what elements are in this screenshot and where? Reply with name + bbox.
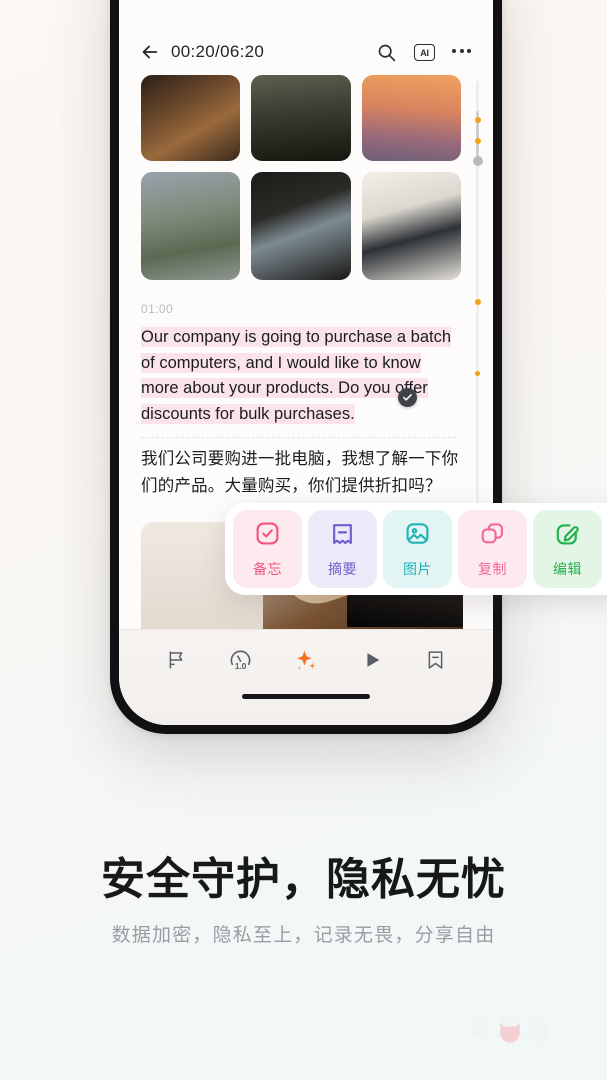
check-circle-icon[interactable] bbox=[398, 388, 417, 408]
message-divider bbox=[141, 437, 456, 439]
image-icon bbox=[404, 520, 431, 552]
message-text-english-value: Our company is going to purchase a batch… bbox=[141, 327, 452, 424]
scrollbar-thumb[interactable] bbox=[472, 156, 483, 166]
action-image[interactable]: 图片 bbox=[383, 510, 452, 588]
scrollbar-track[interactable] bbox=[472, 81, 483, 551]
check-square-icon bbox=[254, 520, 281, 552]
thumbnail-car-mountain[interactable] bbox=[141, 172, 241, 280]
scroll-marker-2[interactable] bbox=[474, 138, 481, 144]
action-summary[interactable]: 摘要 bbox=[308, 510, 377, 588]
scroll-marker-1[interactable] bbox=[474, 117, 481, 123]
speed-icon[interactable]: 1.0 bbox=[229, 649, 252, 672]
playback-timer: 00:20/06:20 bbox=[171, 42, 265, 61]
thumbnail-grid bbox=[141, 75, 461, 280]
message-text-chinese[interactable]: 我们公司要购进一批电脑，我想了解一下你们的产品。大量购买，你们提供折扣吗？ bbox=[141, 446, 459, 499]
topbar-right-group: AI bbox=[376, 42, 471, 63]
thumbnail-room-speaker[interactable] bbox=[361, 172, 461, 280]
ai-icon[interactable]: AI bbox=[414, 44, 435, 61]
more-horizontal-icon[interactable] bbox=[452, 49, 471, 56]
action-memo-label: 备忘 bbox=[253, 560, 282, 577]
action-image-label: 图片 bbox=[403, 560, 432, 577]
scroll-marker-3[interactable] bbox=[474, 299, 481, 305]
action-memo[interactable]: 备忘 bbox=[233, 510, 302, 588]
scroll-marker-4[interactable] bbox=[475, 371, 480, 376]
phone-mockup: 00:20/06:20 AI 01:00 Our company is goin… bbox=[110, 0, 502, 734]
thumbnail-coffee-grinder[interactable] bbox=[141, 75, 241, 161]
action-copy[interactable]: 复制 bbox=[458, 510, 527, 588]
bottom-nav-row: 1.0 bbox=[119, 630, 493, 690]
ai-sparkle-icon[interactable] bbox=[294, 648, 319, 673]
summary-icon bbox=[329, 520, 356, 552]
edit-icon bbox=[554, 520, 581, 552]
search-icon[interactable] bbox=[376, 42, 397, 63]
message-timestamp: 01:00 bbox=[141, 302, 174, 316]
action-edit-label: 编辑 bbox=[553, 560, 582, 577]
app-bottom-bar: 1.0 bbox=[119, 629, 493, 725]
action-copy-label: 复制 bbox=[478, 560, 507, 577]
phone-screen: 00:20/06:20 AI 01:00 Our company is goin… bbox=[119, 0, 493, 725]
transcript-message: 01:00 Our company is going to purchase a… bbox=[141, 302, 459, 500]
fox-heart-icon bbox=[500, 1023, 520, 1043]
message-text-english[interactable]: Our company is going to purchase a batch… bbox=[141, 325, 459, 427]
arrow-left-icon[interactable] bbox=[139, 41, 161, 63]
watermark-domain: sjvip.com bbox=[471, 1045, 549, 1062]
topbar-left-group: 00:20/06:20 bbox=[139, 41, 366, 63]
action-edit[interactable]: 编辑 bbox=[533, 510, 602, 588]
flag-icon[interactable] bbox=[166, 649, 187, 671]
thumbnail-sunset-beach[interactable] bbox=[361, 75, 461, 161]
context-action-toolbar: 备忘 摘要 图片 复制 编辑 bbox=[225, 503, 607, 595]
app-topbar: 00:20/06:20 AI bbox=[119, 0, 493, 69]
promo-block: 安全守护，隐私无忧 数据加密，隐私至上，记录无畏，分享自由 bbox=[0, 856, 607, 947]
page-subtitle: 数据加密，隐私至上，记录无畏，分享自由 bbox=[111, 924, 496, 946]
thumbnail-woman-in-car[interactable] bbox=[251, 172, 351, 280]
bookmark-icon[interactable] bbox=[425, 649, 446, 671]
play-icon[interactable] bbox=[361, 649, 383, 671]
site-watermark: 手机维 sjvip.com bbox=[425, 1006, 595, 1074]
home-indicator bbox=[242, 694, 370, 699]
action-summary-label: 摘要 bbox=[328, 560, 357, 577]
thumbnail-mountain-road[interactable] bbox=[251, 75, 351, 161]
page-title: 安全守护，隐私无忧 bbox=[101, 854, 506, 905]
speed-value: 1.0 bbox=[234, 660, 247, 671]
copy-icon bbox=[479, 520, 506, 552]
